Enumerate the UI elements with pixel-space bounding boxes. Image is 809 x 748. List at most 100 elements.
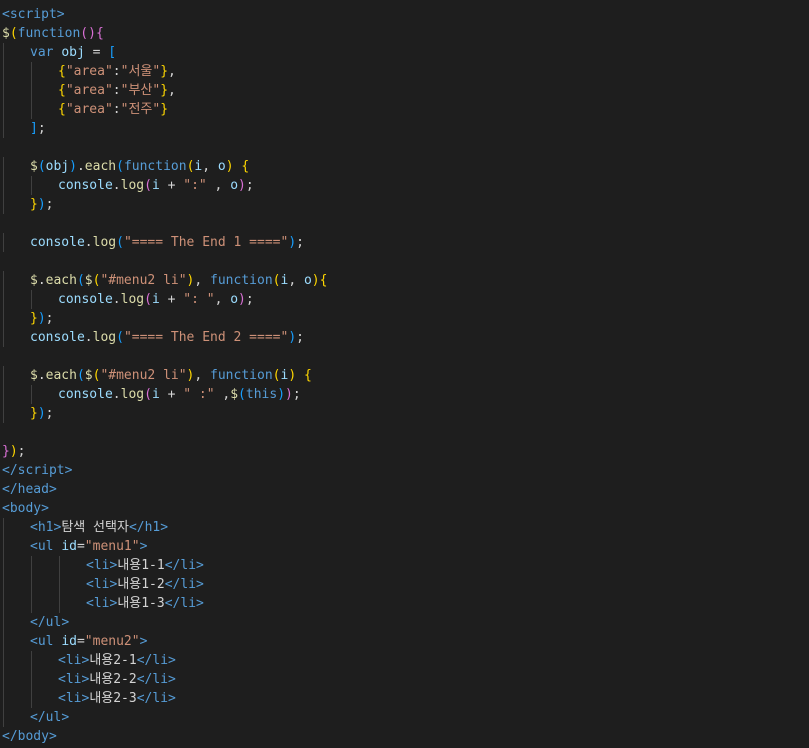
code-token: li — [152, 690, 169, 706]
indent-guide — [3, 384, 4, 404]
indent-guide — [3, 536, 4, 556]
code-token: > — [168, 690, 176, 706]
code-token: { — [319, 272, 328, 288]
code-token: "전주" — [120, 101, 161, 117]
code-line-content: $.each($("#menu2 li"), function(i) { — [30, 366, 312, 385]
code-line[interactable]: }); — [2, 308, 809, 328]
code-token: { — [303, 367, 312, 383]
code-line[interactable]: <li>내용1-3</li> — [2, 593, 809, 613]
code-line[interactable]: ]; — [2, 118, 809, 138]
code-line[interactable]: console.log("==== The End 1 ===="); — [2, 232, 809, 252]
code-token: 내용2-1 — [89, 652, 137, 668]
code-line[interactable]: <body> — [2, 499, 809, 518]
code-token: ( — [76, 367, 85, 383]
code-line[interactable]: </ul> — [2, 707, 809, 727]
code-line-content: <ul id="menu1"> — [30, 537, 147, 556]
code-line[interactable]: $(obj).each(function(i, o) { — [2, 156, 809, 176]
code-token: o — [217, 158, 226, 174]
code-token: ( — [144, 291, 152, 307]
code-token: "area" — [65, 101, 113, 117]
code-token: console — [58, 291, 113, 307]
code-token: } — [160, 63, 169, 79]
code-lines[interactable]: <script> $(function(){var obj = [{"area":… — [2, 5, 809, 746]
code-line[interactable]: <li>내용1-2</li> — [2, 574, 809, 594]
code-token: log — [120, 291, 145, 307]
code-token: o — [230, 291, 239, 307]
code-token: </ — [2, 728, 18, 744]
code-line[interactable]: <li>내용2-1</li> — [2, 650, 809, 670]
code-token: . — [84, 234, 93, 250]
code-token: ; — [17, 443, 26, 459]
code-line[interactable]: {"area":"서울"}, — [2, 61, 809, 81]
code-token: ] — [30, 120, 38, 136]
code-line[interactable]: </script> — [2, 461, 809, 480]
code-line[interactable]: $.each($("#menu2 li"), function(i) { — [2, 365, 809, 385]
indent-guide — [3, 270, 4, 290]
code-line[interactable]: <li>내용2-2</li> — [2, 669, 809, 689]
code-line[interactable]: <script> — [2, 5, 809, 24]
code-line[interactable]: <ul id="menu2"> — [2, 631, 809, 651]
code-token: = — [76, 633, 85, 649]
code-token: + — [159, 291, 184, 307]
indent-guide — [31, 99, 32, 119]
code-token: function — [210, 272, 273, 288]
code-token: "부산" — [120, 82, 161, 98]
code-token: ) — [238, 291, 246, 307]
code-line[interactable]: console.log(i + ":" , o); — [2, 175, 809, 195]
code-token: > — [196, 595, 204, 611]
code-token: > — [168, 671, 176, 687]
code-token: </ — [164, 595, 181, 611]
indent-guide — [3, 707, 4, 727]
code-line[interactable]: </ul> — [2, 612, 809, 632]
code-token: ) — [288, 234, 297, 250]
code-line[interactable] — [2, 423, 809, 442]
code-line[interactable]: $.each($("#menu2 li"), function(i, o){ — [2, 270, 809, 290]
code-line[interactable]: <li>내용2-3</li> — [2, 688, 809, 708]
code-line[interactable]: <ul id="menu1"> — [2, 536, 809, 556]
code-editor[interactable]: <script> $(function(){var obj = [{"area":… — [0, 0, 809, 748]
code-token: 내용2-2 — [89, 671, 137, 687]
code-token: > — [196, 557, 204, 573]
code-line[interactable]: $(function(){ — [2, 24, 809, 43]
code-token: ( — [144, 177, 152, 193]
code-line[interactable]: {"area":"부산"}, — [2, 80, 809, 100]
code-line[interactable]: </head> — [2, 480, 809, 499]
code-token: < — [30, 633, 38, 649]
code-line[interactable] — [2, 347, 809, 366]
code-token: ( — [238, 386, 246, 402]
code-line[interactable]: var obj = [ — [2, 42, 809, 62]
code-line[interactable]: console.log(i + ": ", o); — [2, 289, 809, 309]
code-token: . — [112, 386, 121, 402]
indent-guide — [3, 308, 4, 328]
code-token: , — [168, 63, 176, 79]
code-line[interactable]: {"area":"전주"} — [2, 99, 809, 119]
code-token: 내용1-2 — [117, 576, 165, 592]
indent-guide — [3, 99, 4, 119]
code-line[interactable] — [2, 214, 809, 233]
code-token: . — [37, 367, 46, 383]
code-line[interactable]: </body> — [2, 727, 809, 746]
code-line[interactable]: console.log("==== The End 2 ===="); — [2, 327, 809, 347]
code-token: ( — [37, 158, 46, 174]
code-token: < — [86, 595, 94, 611]
indent-guide — [31, 80, 32, 100]
code-line-content: {"area":"전주"} — [58, 100, 168, 119]
code-line[interactable]: }); — [2, 403, 809, 423]
code-line[interactable]: <h1>탐색 선택자</h1> — [2, 517, 809, 537]
indent-guide — [3, 327, 4, 347]
code-token: } — [2, 443, 10, 459]
code-token: h1 — [144, 519, 161, 535]
code-token: i — [151, 291, 160, 307]
code-line[interactable]: <li>내용1-1</li> — [2, 555, 809, 575]
code-line-content: }); — [30, 404, 53, 423]
code-token: script — [9, 6, 57, 22]
code-line[interactable]: }); — [2, 442, 809, 461]
code-line[interactable] — [2, 138, 809, 157]
code-line[interactable]: }); — [2, 194, 809, 214]
code-token: li — [93, 576, 110, 592]
code-token: ) — [69, 158, 77, 174]
indent-guide — [31, 175, 32, 195]
code-line[interactable] — [2, 252, 809, 271]
code-line[interactable]: console.log(i + " :" ,$(this)); — [2, 384, 809, 404]
code-token: } — [30, 196, 38, 212]
